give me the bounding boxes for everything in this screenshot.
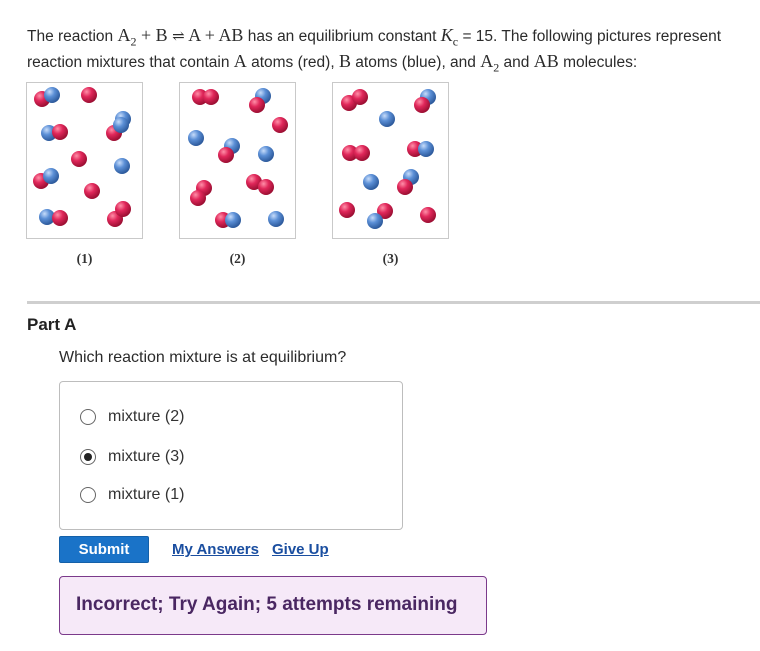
- equilibrium-arrow-icon: ⇌: [172, 29, 185, 45]
- ab-molecule: [397, 169, 419, 195]
- reaction-mixture-1-figure: [26, 82, 143, 239]
- ab-molecule: [414, 89, 436, 113]
- reaction-equation: A2 + B ⇌ A + AB: [117, 25, 244, 49]
- a-atom: [71, 151, 87, 167]
- molecule-ab-symbol: AB: [533, 50, 559, 71]
- intro-text-middle: has an equilibrium constant: [247, 28, 437, 45]
- choice-label[interactable]: mixture (3): [108, 448, 184, 466]
- reaction-mixture-2-figure: [179, 82, 296, 239]
- atom-b-symbol: B: [338, 50, 351, 71]
- choice-label[interactable]: mixture (2): [108, 408, 184, 426]
- b-atom: [363, 174, 379, 190]
- a-atom: [81, 87, 97, 103]
- problem-statement: The reaction A2 + B ⇌ A + AB has an equi…: [27, 25, 722, 75]
- a2-molecule: [246, 174, 274, 195]
- figure-label-2: (2): [229, 251, 246, 266]
- radio-unselected-icon[interactable]: [80, 487, 96, 503]
- radio-selected-icon[interactable]: [80, 449, 96, 465]
- ab-molecule: [190, 180, 212, 206]
- equilibrium-constant-symbol: Kc: [440, 25, 459, 49]
- ab-molecule: [367, 203, 393, 229]
- molecule-a2-symbol: A2: [480, 50, 500, 75]
- b-atom: [114, 158, 130, 174]
- a2-molecule: [342, 145, 370, 161]
- a-atom: [84, 183, 100, 199]
- figure-label-3: (3): [382, 251, 399, 266]
- b-atom: [188, 130, 204, 146]
- atom-a-symbol: A: [233, 50, 247, 71]
- ab-molecule: [218, 138, 240, 163]
- a-atom: [272, 117, 288, 133]
- ab-molecule: [34, 87, 60, 107]
- a2-molecule: [341, 89, 368, 111]
- answer-choices-box: mixture (2) mixture (3) mixture (1): [59, 381, 403, 530]
- figure-label-1: (1): [76, 251, 93, 266]
- b-atom: [379, 111, 395, 127]
- question-text: Which reaction mixture is at equilibrium…: [59, 349, 347, 366]
- ab-molecule: [41, 124, 68, 141]
- feedback-message-box: Incorrect; Try Again; 5 attempts remaini…: [59, 576, 487, 635]
- give-up-link[interactable]: Give Up: [272, 541, 329, 558]
- intro-text-prefix: The reaction: [27, 28, 114, 45]
- choice-mixture-2[interactable]: mixture (2): [80, 406, 184, 428]
- a2-molecule: [192, 89, 219, 105]
- b-atom: [258, 146, 274, 162]
- part-title: Part A: [27, 315, 77, 334]
- choice-mixture-3[interactable]: mixture (3): [80, 446, 184, 468]
- submit-button[interactable]: Submit: [59, 536, 149, 563]
- b-atom: [268, 211, 284, 227]
- ab-molecule: [106, 117, 129, 141]
- ab-molecule: [215, 212, 241, 228]
- my-answers-link[interactable]: My Answers: [172, 541, 259, 558]
- ab-molecule: [39, 209, 68, 226]
- a2-molecule: [107, 201, 131, 227]
- ab-molecule: [33, 168, 59, 189]
- section-divider: [27, 301, 760, 304]
- a-atom: [339, 202, 355, 218]
- reaction-mixture-3-figure: [332, 82, 449, 239]
- ab-molecule: [249, 88, 271, 113]
- choice-label[interactable]: mixture (1): [108, 486, 184, 504]
- a-atom: [420, 207, 436, 223]
- ab-molecule: [407, 141, 434, 157]
- radio-unselected-icon[interactable]: [80, 409, 96, 425]
- choice-mixture-1[interactable]: mixture (1): [80, 484, 184, 506]
- feedback-message: Incorrect; Try Again; 5 attempts remaini…: [76, 594, 458, 615]
